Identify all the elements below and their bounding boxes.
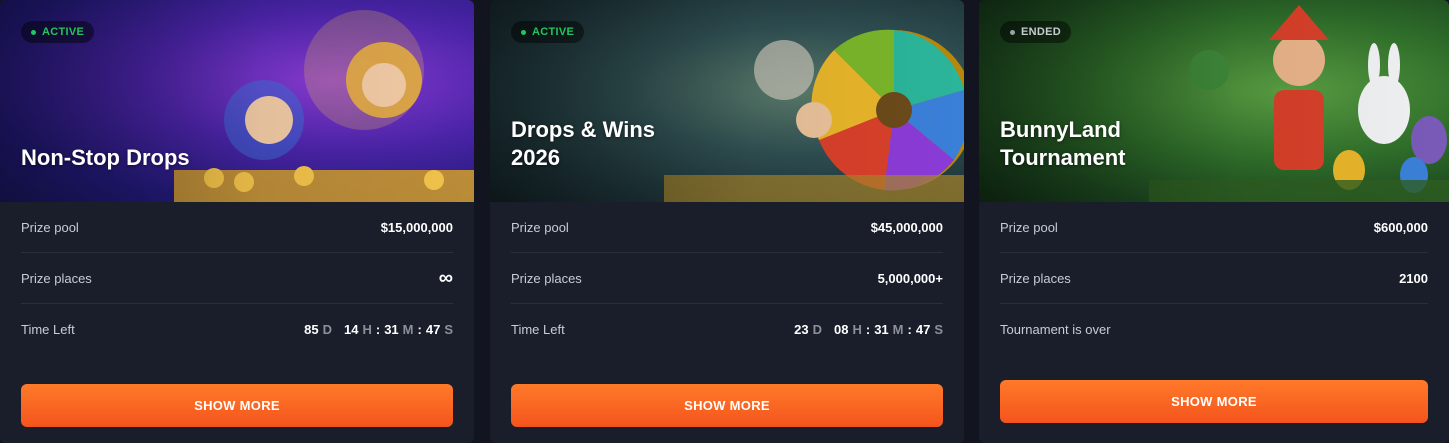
timer-hours: 08 xyxy=(834,322,849,337)
prize-places-value: 5,000,000+ xyxy=(877,270,943,286)
countdown-timer: 85 D 14 H : 31 M : 47 S xyxy=(304,322,453,337)
time-left-row: Time Left 23 D 08 H : 31 M : 47 S xyxy=(511,304,943,355)
status-badge: ACTIVE xyxy=(511,21,585,43)
prize-pool-row: Prize pool $600,000 xyxy=(1000,202,1428,253)
timer-days-unit: D xyxy=(812,322,822,337)
prize-places-row: Prize places ∞ xyxy=(21,253,453,304)
timer-days-unit: D xyxy=(322,322,332,337)
prize-places-value: ∞ xyxy=(438,266,453,289)
status-text: ACTIVE xyxy=(42,26,85,38)
timer-minutes: 31 xyxy=(384,322,399,337)
tournament-ended-row: Tournament is over xyxy=(1000,304,1428,355)
card-title: BunnyLand Tournament xyxy=(1000,117,1126,170)
timer-hours: 14 xyxy=(344,322,359,337)
card-title: Non-Stop Drops xyxy=(21,145,190,170)
prize-places-value: 2100 xyxy=(1399,270,1428,286)
tournament-cards: ACTIVE Non-Stop Drops Prize pool $15,000… xyxy=(0,0,1449,443)
timer-days: 23 xyxy=(794,322,809,337)
status-text: ACTIVE xyxy=(532,26,575,38)
timer-minutes: 31 xyxy=(874,322,889,337)
time-left-row: Time Left 85 D 14 H : 31 M : 47 S xyxy=(21,304,453,355)
prize-pool-value: $45,000,000 xyxy=(870,219,943,235)
timer-seconds-unit: S xyxy=(444,322,453,337)
prize-pool-row: Prize pool $45,000,000 xyxy=(511,202,943,253)
time-left-label: Time Left xyxy=(21,322,75,337)
card-banner: ENDED BunnyLand Tournament xyxy=(979,0,1449,202)
prize-pool-label: Prize pool xyxy=(511,219,569,235)
status-badge: ENDED xyxy=(1000,21,1072,43)
status-text: ENDED xyxy=(1021,26,1062,38)
prize-pool-value: $15,000,000 xyxy=(380,219,453,235)
prize-places-label: Prize places xyxy=(511,270,582,286)
card-banner: ACTIVE Drops & Wins 2026 xyxy=(490,0,964,202)
timer-minutes-unit: M xyxy=(892,322,904,337)
timer-hours-unit: H xyxy=(362,322,372,337)
tournament-card[interactable]: ENDED BunnyLand Tournament Prize pool $6… xyxy=(979,0,1449,443)
prize-places-label: Prize places xyxy=(21,270,92,286)
prize-places-label: Prize places xyxy=(1000,270,1071,286)
timer-days: 85 xyxy=(304,322,319,337)
show-more-button[interactable]: SHOW MORE xyxy=(511,384,943,427)
prize-pool-label: Prize pool xyxy=(1000,219,1058,235)
status-badge: ACTIVE xyxy=(21,21,95,43)
status-dot-icon xyxy=(31,29,36,35)
card-banner: ACTIVE Non-Stop Drops xyxy=(0,0,474,202)
prize-pool-row: Prize pool $15,000,000 xyxy=(21,202,453,253)
timer-seconds: 47 xyxy=(915,322,931,337)
timer-hours-unit: H xyxy=(852,322,862,337)
prize-places-row: Prize places 5,000,000+ xyxy=(511,253,943,304)
prize-pool-value: $600,000 xyxy=(1373,219,1428,235)
tournament-card[interactable]: ACTIVE Non-Stop Drops Prize pool $15,000… xyxy=(0,0,474,443)
show-more-button[interactable]: SHOW MORE xyxy=(21,384,453,427)
status-dot-icon xyxy=(521,29,526,35)
status-dot-icon xyxy=(1010,29,1015,35)
countdown-timer: 23 D 08 H : 31 M : 47 S xyxy=(794,322,943,337)
prize-places-row: Prize places 2100 xyxy=(1000,253,1428,304)
tournament-over-text: Tournament is over xyxy=(1000,322,1111,337)
tournament-card[interactable]: ACTIVE Drops & Wins 2026 Prize pool $45,… xyxy=(490,0,964,443)
timer-seconds: 47 xyxy=(425,322,441,337)
timer-minutes-unit: M xyxy=(402,322,414,337)
prize-pool-label: Prize pool xyxy=(21,219,79,235)
timer-seconds-unit: S xyxy=(934,322,943,337)
time-left-label: Time Left xyxy=(511,322,565,337)
show-more-button[interactable]: SHOW MORE xyxy=(1000,380,1428,423)
card-title: Drops & Wins 2026 xyxy=(511,117,656,170)
